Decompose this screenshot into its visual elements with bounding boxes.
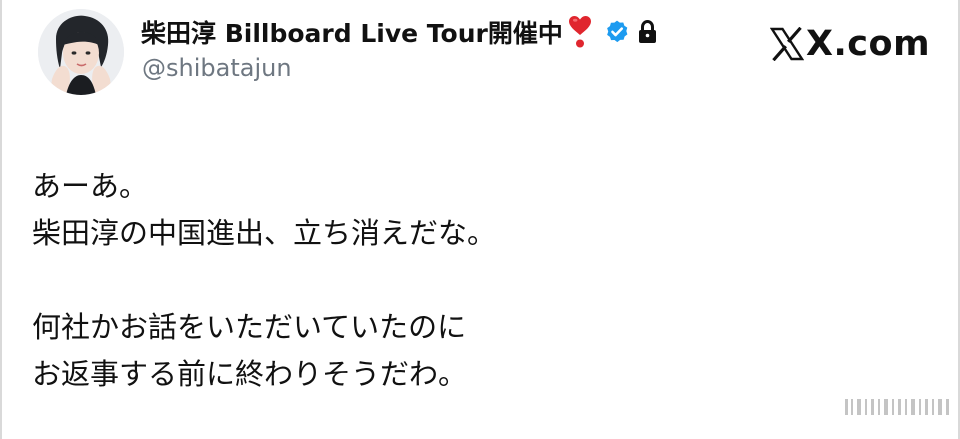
- tweet-line: 柴田淳の中国進出、立ち消えだな。: [32, 216, 497, 250]
- tweet-line: 何社かお話をいただいていたのに: [32, 310, 467, 344]
- user-handle[interactable]: @shibatajun: [142, 54, 292, 82]
- tweet-line: お返事する前に終わりそうだわ。: [32, 357, 468, 391]
- profile-photo-icon: [38, 9, 124, 95]
- x-watermark: X.com: [770, 18, 930, 70]
- blue-verified-badge-icon[interactable]: [604, 19, 630, 45]
- lock-icon: [638, 19, 657, 44]
- heavy-heart-exclamation-icon: [568, 15, 592, 49]
- display-name[interactable]: 柴田淳 Billboard Live Tour開催中: [141, 14, 563, 50]
- tweet-line: あーあ。: [32, 169, 149, 203]
- post-screenshot: 柴田淳 Billboard Live Tour開催中 @shibatajun X…: [0, 0, 960, 439]
- x-logo-icon: [770, 27, 804, 61]
- avatar[interactable]: [38, 9, 124, 95]
- watermark-text: X.com: [806, 24, 931, 64]
- post-header: 柴田淳 Billboard Live Tour開催中 @shibatajun X…: [2, 0, 960, 120]
- tweet-text: あーあ。 柴田淳の中国進出、立ち消えだな。 何社かお話をいただいていたのに お返…: [32, 163, 912, 398]
- name-row: 柴田淳 Billboard Live Tour開催中: [141, 10, 657, 54]
- barcode-watermark-icon: [845, 399, 949, 415]
